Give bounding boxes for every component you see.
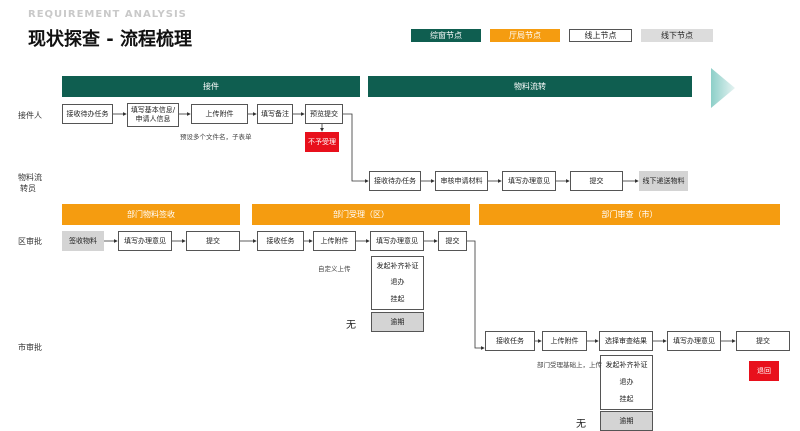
node-fill-basic-info-line1: 填写基本信息/ [130,106,176,114]
node-city-overdue: 逾期 [600,411,653,431]
node-preview-submit: 预览提交 [305,104,343,124]
node-reject: 不予受理 [305,132,339,152]
node-review-materials: 审核申请材料 [435,171,488,191]
node-district-upload: 上传附件 [313,231,356,251]
node-sign-material: 签收物料 [62,231,104,251]
node-fill-basic-info: 填写基本信息/ 申请人信息 [127,103,179,127]
node-select-review-result: 选择审查结果 [599,331,653,351]
node-district-overdue: 逾期 [371,312,424,332]
node-city-return: 退回 [749,361,779,381]
node-city-submit: 提交 [736,331,790,351]
node-city-receive-task: 接收任务 [485,331,535,351]
node-district-submit-2: 提交 [438,231,467,251]
node-district-receive-task: 接收任务 [257,231,304,251]
note-custom-upload: 自定义上传 [318,265,351,273]
node-city-fill-opinion: 填写办理意见 [667,331,721,351]
node-city-suspend: 挂起 [600,390,653,410]
node-district-suspend: 挂起 [371,290,424,310]
node-material-fill-opinion: 填写办理意见 [502,171,556,191]
node-offline-delivery: 线下递送物料 [639,171,688,191]
text-none-city: 无 [576,419,586,430]
note-preset-files: 预设多个文件名，子表单 [180,133,252,141]
node-city-upload: 上传附件 [542,331,587,351]
text-none-district: 无 [346,320,356,331]
node-fill-basic-info-line2: 申请人信息 [135,115,171,123]
connectors [104,112,736,350]
node-receive-task: 接收待办任务 [62,104,113,124]
node-fill-remarks: 填写备注 [257,104,293,124]
node-district-fill-opinion-2: 填写办理意见 [370,231,424,251]
node-district-fill-opinion: 填写办理意见 [118,231,172,251]
note-upload-based: 部门受理基础上，上传 [537,361,602,369]
node-district-submit: 提交 [186,231,240,251]
node-material-submit: 提交 [570,171,623,191]
node-upload-attachment: 上传附件 [191,104,248,124]
node-city-supplement: 发起补齐补证 [600,355,653,375]
node-material-receive-task: 接收待办任务 [369,171,421,191]
